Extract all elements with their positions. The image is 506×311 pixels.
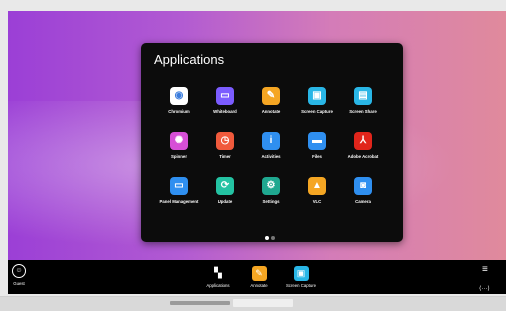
app-whiteboard[interactable]: ▭ Whiteboard [202,87,248,114]
app-camera[interactable]: ◙ Camera [340,177,386,204]
app-screen-share[interactable]: ▤ Screen Share [340,87,386,114]
app-settings[interactable]: ⚙ Settings [248,177,294,204]
guest-user[interactable]: ☺ Guest [11,264,27,286]
app-adobe-acrobat[interactable]: ⅄ Adobe Acrobat [340,132,386,159]
menu-icon[interactable]: ≡ [482,265,488,275]
app-files[interactable]: ▬ Files [294,132,340,159]
app-annotate[interactable]: ✎ Annotate [248,87,294,114]
app-chromium[interactable]: ◉ Chromium [156,87,202,114]
taskbar-applications[interactable]: ▚ Applications [201,266,235,288]
acrobat-icon: ⅄ [354,132,372,150]
whiteboard-icon: ▭ [216,87,234,105]
files-icon: ▬ [308,132,326,150]
page-dot[interactable] [271,236,275,240]
grid-icon: ▚ [210,266,226,281]
app-activities[interactable]: i Activities [248,132,294,159]
panel-management-icon: ▭ [170,177,188,195]
page-dot-active[interactable] [265,236,269,240]
taskbar-annotate[interactable]: ✎ Annotate [242,266,276,288]
app-vlc[interactable]: ▲ VLC [294,177,340,204]
taskbar-screen-capture[interactable]: ▣ Screen Capture [284,266,318,288]
camera-icon: ◙ [354,177,372,195]
annotate-icon: ✎ [262,87,280,105]
chromium-icon: ◉ [170,87,188,105]
taskbar: ☺ Guest ▚ Applications ✎ Annotate ▣ Scre… [8,260,506,294]
navigation-arrows-icon[interactable]: ⟨···⟩ [479,285,490,292]
spinner-icon: ✺ [170,132,188,150]
user-avatar-icon: ☺ [12,264,26,278]
update-icon: ⟳ [216,177,234,195]
display-frame: Applications ◉ Chromium ▭ Whiteboard ✎ A… [0,0,506,311]
panel-title: Applications [154,52,225,67]
timer-icon: ◷ [216,132,234,150]
activities-icon: i [262,132,280,150]
bezel-sensor-strip [233,299,293,307]
applications-panel: Applications ◉ Chromium ▭ Whiteboard ✎ A… [141,43,403,242]
settings-icon: ⚙ [262,177,280,195]
annotate-icon: ✎ [251,266,267,281]
app-spinner[interactable]: ✺ Spinner [156,132,202,159]
app-panel-management[interactable]: ▭ Panel Management [156,177,202,204]
screen-share-icon: ▤ [354,87,372,105]
display-bezel [0,296,506,311]
desktop-screen: Applications ◉ Chromium ▭ Whiteboard ✎ A… [8,11,506,294]
screen-capture-icon: ▣ [293,266,309,281]
app-timer[interactable]: ◷ Timer [202,132,248,159]
vlc-icon: ▲ [308,177,326,195]
app-screen-capture[interactable]: ▣ Screen Capture [294,87,340,114]
page-indicator[interactable] [265,227,277,245]
bezel-controls [170,301,230,305]
screen-capture-icon: ▣ [308,87,326,105]
app-update[interactable]: ⟳ Update [202,177,248,204]
